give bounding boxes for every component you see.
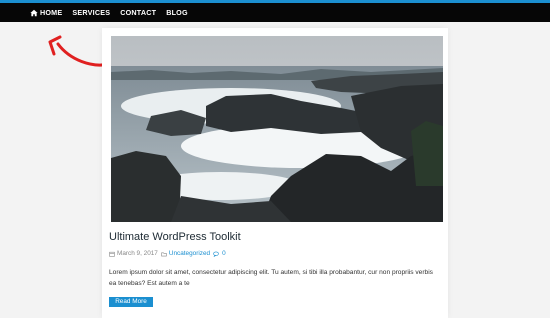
- main-navigation: HOME SERVICES CONTACT BLOG: [0, 3, 550, 22]
- post-date: March 9, 2017: [117, 250, 158, 257]
- nav-item-contact[interactable]: CONTACT: [120, 8, 156, 17]
- nav-item-label: HOME: [40, 8, 63, 17]
- nav-item-services[interactable]: SERVICES: [72, 8, 110, 17]
- coastline-photo: [111, 36, 443, 222]
- nav-item-label: SERVICES: [72, 8, 111, 17]
- home-icon: [30, 9, 38, 16]
- comment-count-link[interactable]: 0: [222, 250, 226, 257]
- nav-item-label: BLOG: [166, 8, 188, 17]
- folder-icon: [161, 252, 167, 256]
- nav-item-home[interactable]: HOME: [30, 8, 62, 17]
- post-meta: March 9, 2017 Uncategorized 0: [109, 250, 439, 257]
- read-more-button[interactable]: Read More: [109, 297, 153, 307]
- nav-item-label: CONTACT: [120, 8, 157, 17]
- comment-icon: [213, 251, 219, 257]
- post-excerpt: Lorem ipsum dolor sit amet, consectetur …: [109, 269, 433, 287]
- post-category-link[interactable]: Uncategorized: [169, 250, 210, 257]
- post-featured-image[interactable]: [111, 36, 443, 222]
- post-title[interactable]: Ultimate WordPress Toolkit: [109, 231, 439, 243]
- calendar-icon: [109, 251, 115, 257]
- nav-item-blog[interactable]: BLOG: [166, 8, 188, 17]
